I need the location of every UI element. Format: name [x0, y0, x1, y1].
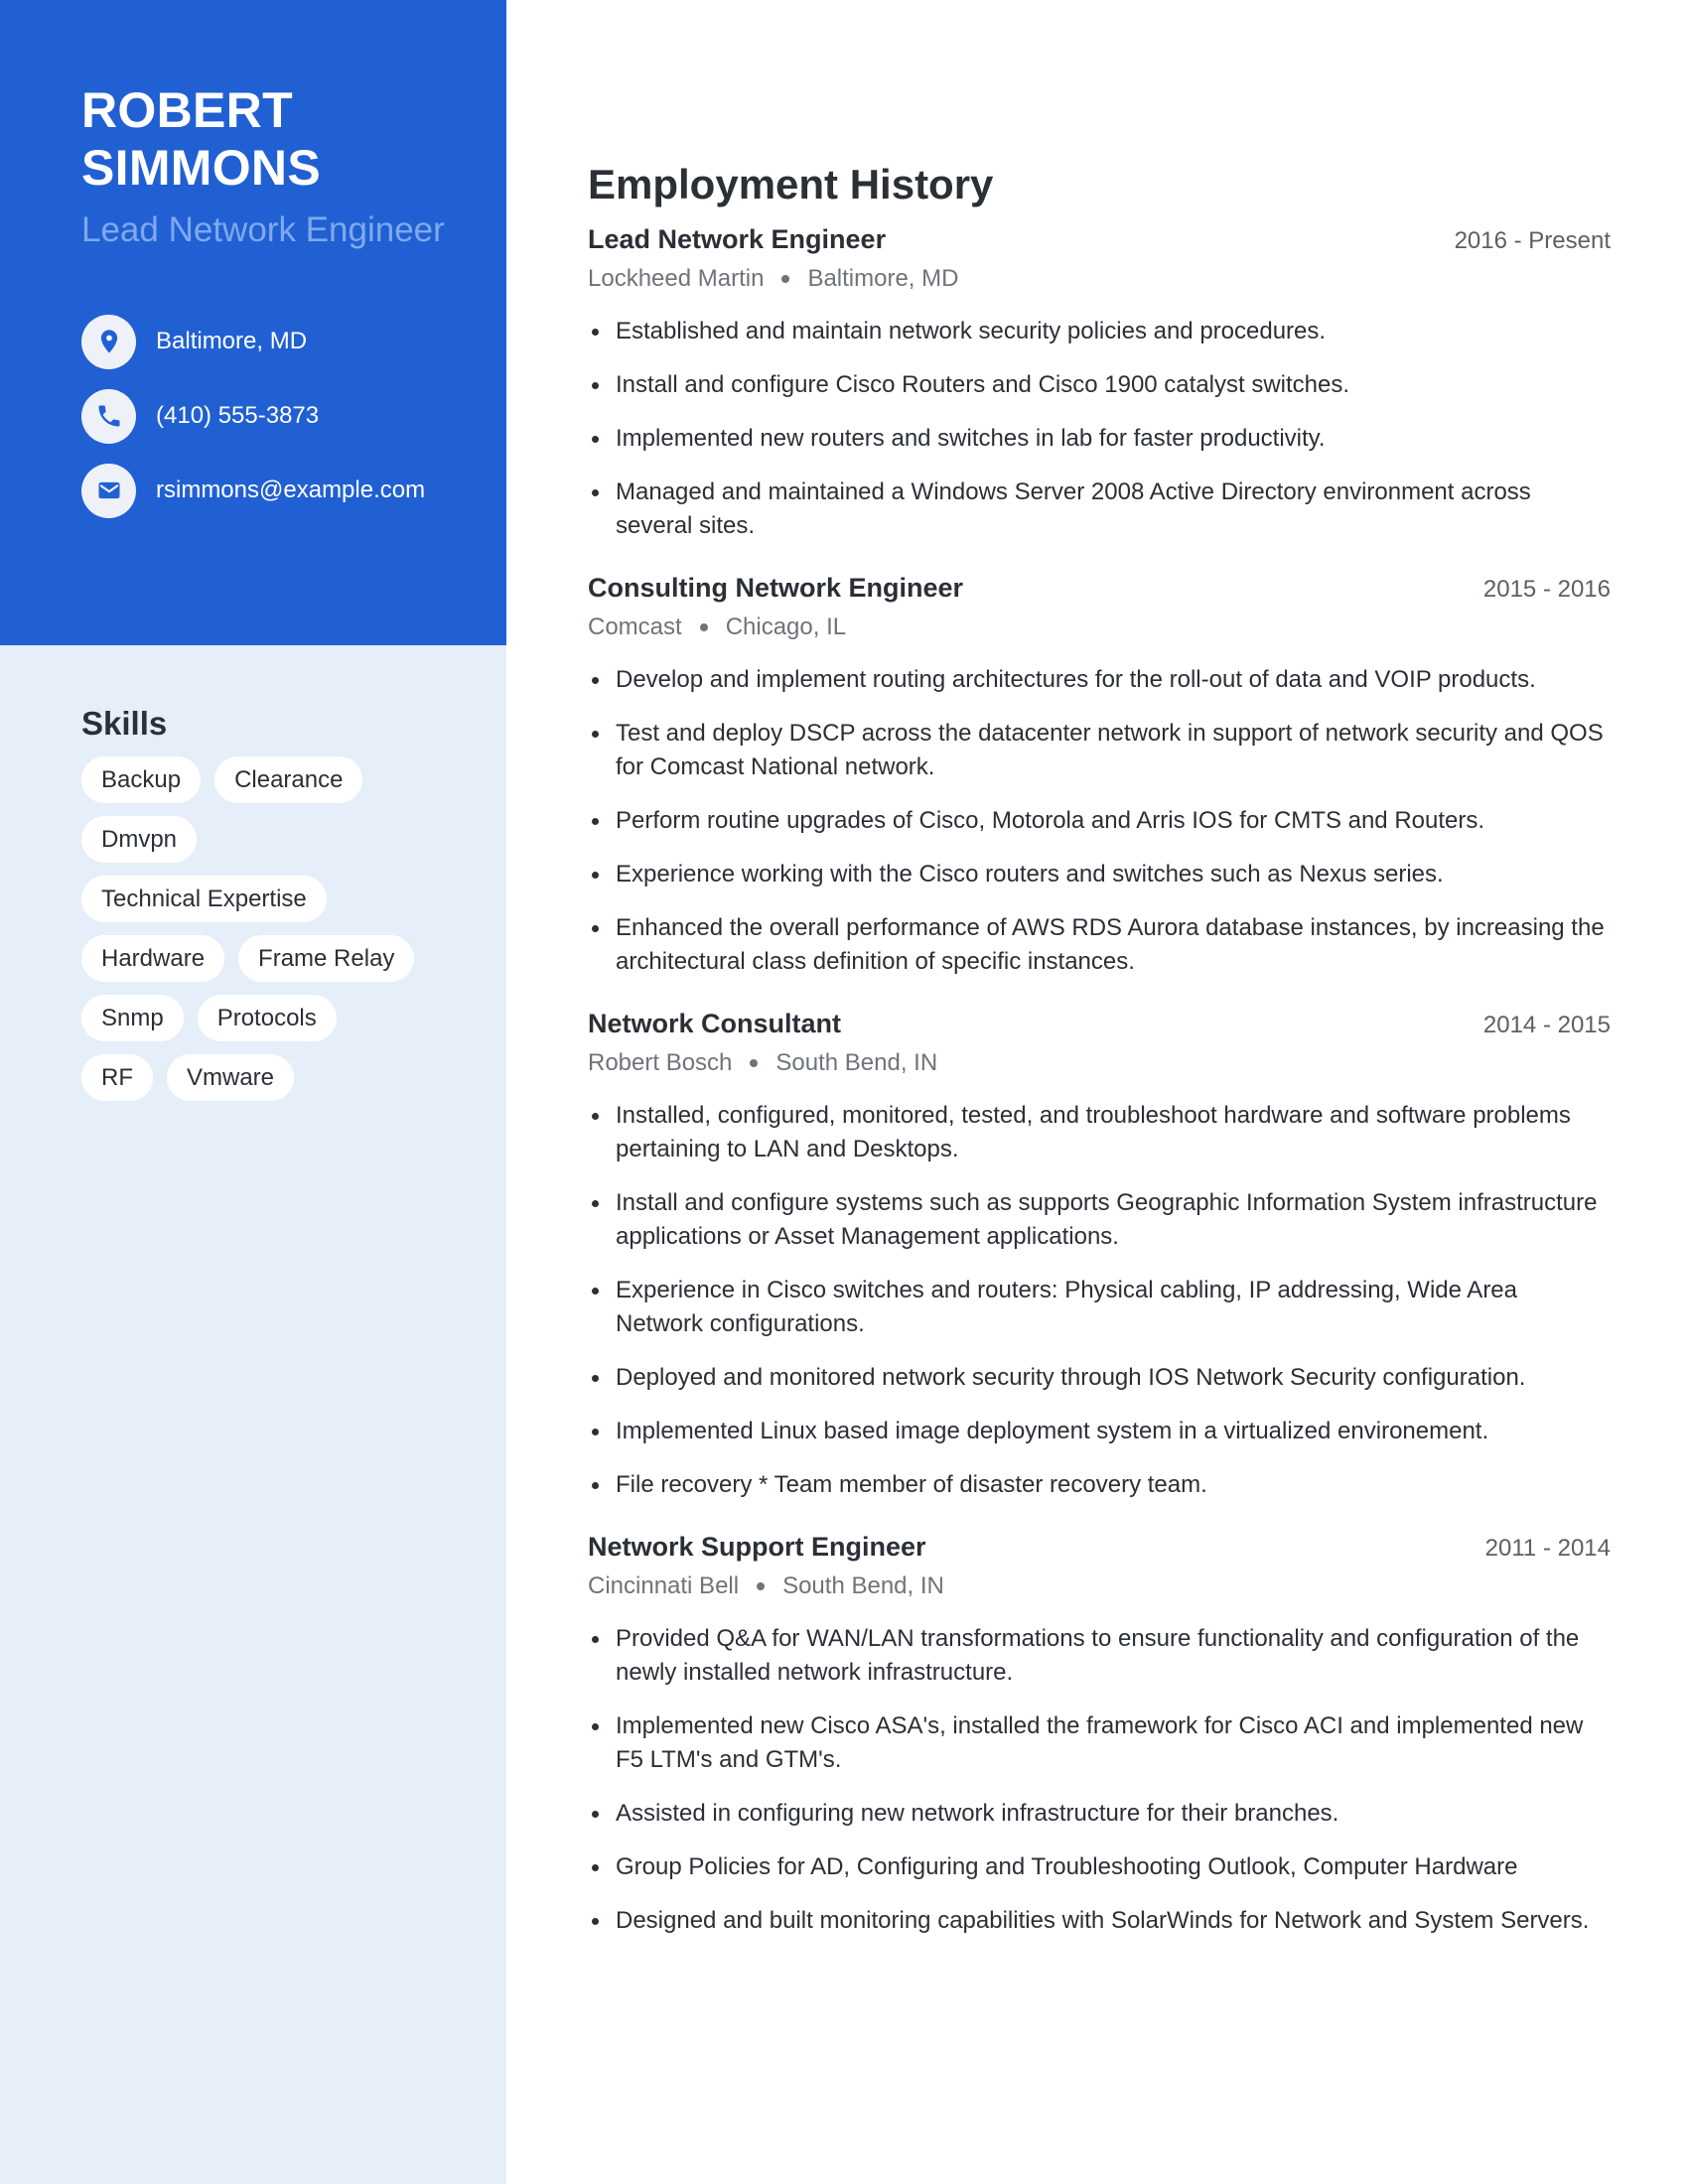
- job-role: Consulting Network Engineer: [588, 573, 964, 603]
- job-bullet: Enhanced the overall performance of AWS …: [588, 911, 1611, 979]
- job-bullet: Provided Q&A for WAN/LAN transformations…: [588, 1622, 1611, 1690]
- job-bullet: Assisted in configuring new network infr…: [588, 1797, 1611, 1831]
- job-bullet: Experience in Cisco switches and routers…: [588, 1274, 1611, 1341]
- skill-tag: Hardware: [81, 935, 225, 982]
- job-meta: Cincinnati Bell South Bend, IN: [588, 1572, 1611, 1600]
- job-dates: 2016 - Present: [1454, 227, 1611, 254]
- job-bullet: Installed, configured, monitored, tested…: [588, 1099, 1611, 1166]
- full-name: ROBERT SIMMONS: [81, 81, 506, 197]
- sidebar: ROBERT SIMMONS Lead Network Engineer Bal…: [0, 0, 506, 2184]
- job-role: Network Consultant: [588, 1009, 842, 1038]
- contact-list: Baltimore, MD (410) 555-3873 rsimmons@ex…: [81, 314, 506, 518]
- job-dates: 2014 - 2015: [1482, 1012, 1611, 1038]
- job-dates: 2011 - 2014: [1484, 1535, 1611, 1562]
- skill-tag: Backup: [81, 756, 202, 803]
- job-bullet: Perform routine upgrades of Cisco, Motor…: [588, 804, 1611, 838]
- job-bullet: Implemented Linux based image deployment…: [588, 1415, 1611, 1448]
- skill-tag: Snmp: [81, 995, 184, 1041]
- separator-dot: [750, 1059, 759, 1067]
- map-pin-icon: [81, 314, 136, 369]
- job-role: Network Support Engineer: [588, 1532, 926, 1562]
- job-entry: Network Support Engineer 2011 - 2014 Cin…: [588, 1532, 1611, 1938]
- skills-heading: Skills: [81, 705, 168, 742]
- job-location: South Bend, IN: [775, 1049, 938, 1076]
- contact-email: rsimmons@example.com: [81, 463, 506, 518]
- skills-section: Skills Backup Clearance Dmvpn Technical …: [0, 645, 506, 1101]
- job-bullet: Managed and maintained a Windows Server …: [588, 476, 1611, 543]
- job-entry: Network Consultant 2014 - 2015 Robert Bo…: [588, 1009, 1611, 1502]
- job-bullet: Develop and implement routing architectu…: [588, 663, 1611, 697]
- skill-tag: Clearance: [214, 756, 363, 803]
- job-header: Consulting Network Engineer 2015 - 2016: [588, 573, 1611, 604]
- job-bullet: Deployed and monitored network security …: [588, 1361, 1611, 1395]
- contact-phone: (410) 555-3873: [81, 388, 506, 444]
- job-bullets: Develop and implement routing architectu…: [588, 663, 1611, 979]
- profile-header: ROBERT SIMMONS Lead Network Engineer Bal…: [0, 0, 506, 645]
- separator-dot: [781, 275, 790, 283]
- contact-location: Baltimore, MD: [81, 314, 506, 369]
- job-meta: Comcast Chicago, IL: [588, 614, 1611, 641]
- job-header: Lead Network Engineer 2016 - Present: [588, 224, 1611, 255]
- job-company: Lockheed Martin: [588, 265, 765, 292]
- job-bullet: File recovery * Team member of disaster …: [588, 1468, 1611, 1502]
- job-bullet: Install and configure Cisco Routers and …: [588, 368, 1611, 402]
- job-bullets: Provided Q&A for WAN/LAN transformations…: [588, 1622, 1611, 1938]
- job-bullet: Designed and built monitoring capabiliti…: [588, 1904, 1611, 1938]
- job-role: Lead Network Engineer: [588, 224, 887, 254]
- envelope-icon: [81, 463, 136, 518]
- job-dates: 2015 - 2016: [1482, 576, 1611, 603]
- skill-tag-list: Backup Clearance Dmvpn Technical Experti…: [81, 756, 459, 1101]
- job-bullets: Established and maintain network securit…: [588, 315, 1611, 543]
- job-meta: Robert Bosch South Bend, IN: [588, 1049, 1611, 1077]
- job-location: Baltimore, MD: [807, 265, 959, 292]
- job-location: Chicago, IL: [725, 614, 847, 640]
- separator-dot: [757, 1582, 766, 1590]
- job-entry: Lead Network Engineer 2016 - Present Loc…: [588, 224, 1611, 543]
- skill-tag: Frame Relay: [238, 935, 415, 982]
- job-company: Comcast: [588, 614, 682, 640]
- job-bullet: Experience working with the Cisco router…: [588, 858, 1611, 891]
- main-content: Employment History Lead Network Engineer…: [588, 0, 1611, 1958]
- skill-tag: Vmware: [167, 1054, 295, 1101]
- separator-dot: [699, 623, 708, 631]
- skill-tag: Technical Expertise: [81, 876, 327, 922]
- skill-tag: RF: [81, 1054, 153, 1101]
- job-bullet: Implemented new Cisco ASA's, installed t…: [588, 1709, 1611, 1777]
- job-meta: Lockheed Martin Baltimore, MD: [588, 265, 1611, 293]
- job-location: South Bend, IN: [782, 1572, 944, 1599]
- job-header: Network Consultant 2014 - 2015: [588, 1009, 1611, 1039]
- phone-icon: [81, 388, 136, 444]
- contact-phone-text[interactable]: (410) 555-3873: [156, 402, 319, 430]
- job-header: Network Support Engineer 2011 - 2014: [588, 1532, 1611, 1563]
- job-bullet: Test and deploy DSCP across the datacent…: [588, 717, 1611, 784]
- job-bullet: Implemented new routers and switches in …: [588, 422, 1611, 456]
- skill-tag: Dmvpn: [81, 816, 198, 863]
- skill-tag: Protocols: [197, 995, 337, 1041]
- employment-history-heading: Employment History: [588, 161, 994, 207]
- contact-email-text[interactable]: rsimmons@example.com: [156, 477, 425, 504]
- last-name: SIMMONS: [81, 140, 321, 196]
- job-title: Lead Network Engineer: [81, 210, 445, 249]
- job-bullet: Established and maintain network securit…: [588, 315, 1611, 348]
- job-bullet: Group Policies for AD, Configuring and T…: [588, 1850, 1611, 1884]
- job-bullets: Installed, configured, monitored, tested…: [588, 1099, 1611, 1502]
- contact-location-text: Baltimore, MD: [156, 328, 308, 354]
- job-entry: Consulting Network Engineer 2015 - 2016 …: [588, 573, 1611, 979]
- job-bullet: Install and configure systems such as su…: [588, 1186, 1611, 1254]
- job-company: Robert Bosch: [588, 1049, 733, 1076]
- first-name: ROBERT: [81, 82, 293, 138]
- job-company: Cincinnati Bell: [588, 1572, 740, 1599]
